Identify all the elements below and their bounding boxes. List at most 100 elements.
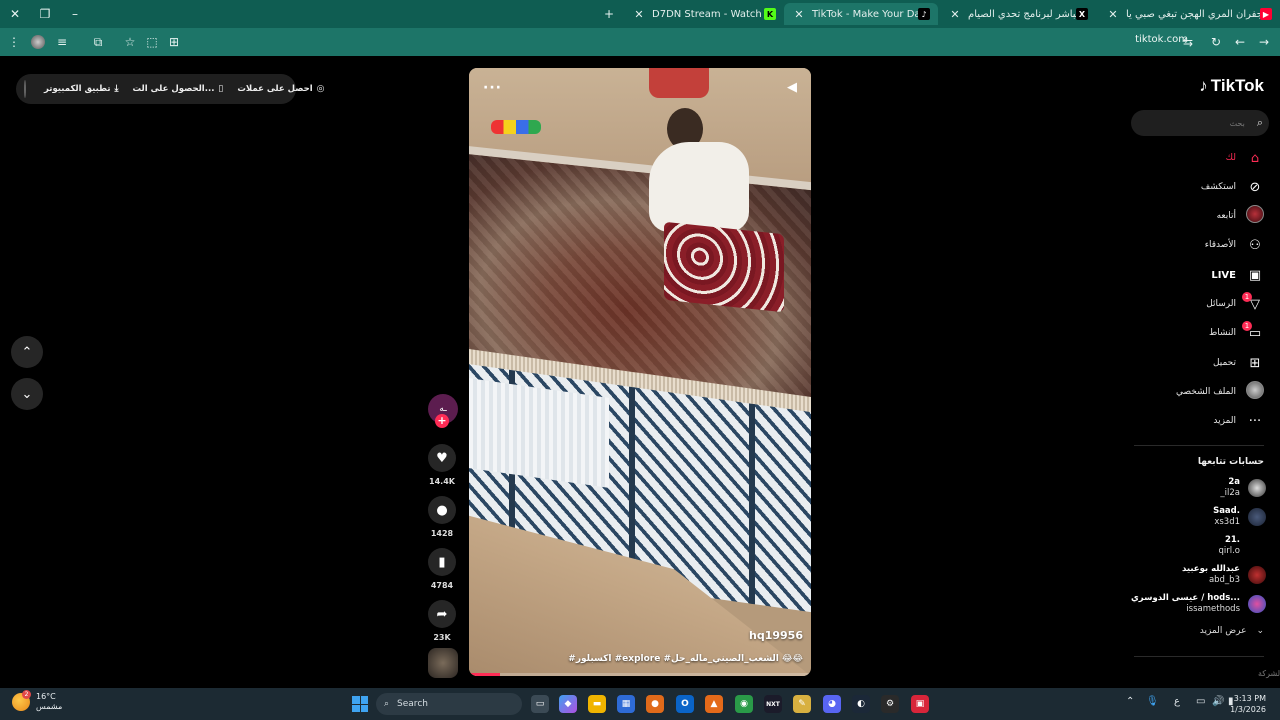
pc-app-button[interactable]: تطبيق الكمبيوتر ⤓ [44,84,119,94]
follow-plus-icon[interactable]: + [435,414,449,428]
nav-live[interactable]: LIVE ▣ [1211,264,1264,286]
user-avatar[interactable] [24,80,26,98]
activity-badge: 1 [1242,320,1252,331]
volume-tray-icon[interactable]: 🔊 [1212,696,1224,707]
get-app-button[interactable]: الحصول على الت... ▯ [133,84,224,94]
profile-avatar-icon[interactable] [28,32,48,52]
like-button[interactable]: ♥ 14.4K [426,444,458,486]
download-icon: ⤓ [114,84,119,94]
translate-icon[interactable]: ⊞ [164,32,184,52]
task-view-icon[interactable]: ▭ [531,695,549,713]
windows-start-icon[interactable] [352,696,368,712]
tab-title: D7DN Stream - Watch Live on... [652,8,764,20]
video-more-icon[interactable]: ··· [483,80,502,96]
notes-app-icon[interactable]: ✎ [793,695,811,713]
reload-icon[interactable]: ↻ [1206,32,1226,52]
see-more-button[interactable]: عرض المزيد ⌄ [1200,626,1264,636]
store-icon[interactable]: ▦ [617,695,635,713]
account-avatar [1248,595,1266,613]
close-tab-icon[interactable]: ✕ [792,8,806,21]
tab-youtube[interactable]: ✕ جفران المري الهجن تبغي صبي يا... ▶ [1098,3,1280,25]
tab-live-broadcast[interactable]: ✕ البث المباشر لبرنامج تحدي الصيام... X [940,3,1096,25]
forward-icon[interactable]: → [1254,32,1274,52]
tab-tiktok[interactable]: ✕ TikTok - Make Your Day ♪ [784,3,938,25]
nav-profile[interactable]: الملف الشخصي [1176,381,1264,403]
followed-account[interactable]: 21. qirl.o [1218,533,1266,559]
volume-icon[interactable]: ◀ [787,80,797,95]
nav-more[interactable]: المزيد ··· [1213,410,1264,432]
steam-icon[interactable]: ◐ [852,695,870,713]
vlc-icon[interactable]: ▲ [705,695,723,713]
tab-d7dn[interactable]: ✕ D7DN Stream - Watch Live on... K [624,3,784,25]
settings-gear-icon[interactable]: ⚙ [881,695,899,713]
screenshot-icon[interactable]: ⬚ [142,32,162,52]
company-link[interactable]: الشركة [1258,669,1280,678]
followed-account[interactable]: عيسى الدوسري / hods... issamethods [1131,591,1266,617]
get-coins-button[interactable]: احصل على عملات ◎ [237,84,324,94]
close-window-icon[interactable]: ✕ [0,0,30,28]
windows-taskbar: 2 16°C مشمس ⌕ Search ▭ ◆ ▬ ▦ ● O ▲ ◉ NXT… [0,688,1280,720]
playlist-icon[interactable]: ≡ [52,32,72,52]
search-icon[interactable]: ⌕ [1257,116,1263,130]
tray-chevron-icon[interactable]: ⌃ [1126,696,1134,707]
save-button[interactable]: ▮ 4784 [426,548,458,590]
followed-account[interactable]: Saad. xs3d1 [1213,504,1266,530]
like-count: 14.4K [429,477,455,486]
nav-upload[interactable]: تحميل ⊞ [1213,352,1264,374]
nav-activity[interactable]: النشاط ▭ 1 [1208,320,1264,344]
previous-video-button[interactable]: ⌃ [11,336,43,368]
search-input[interactable]: بحث ⌕ [1131,110,1269,136]
following-avatar [1246,205,1264,223]
nav-for-you[interactable]: لك ⌂ [1226,147,1264,169]
restore-window-icon[interactable]: ❐ [30,0,60,28]
nav-friends[interactable]: الأصدقاء ⚇ [1205,234,1264,256]
account-username: 2a [1228,477,1240,487]
share-button[interactable]: ➦ 23K [426,600,458,642]
discord-icon[interactable]: ◕ [823,695,841,713]
nav-label: لك [1225,153,1236,163]
site-settings-icon[interactable]: ⇆ [1178,32,1198,52]
microphone-icon[interactable]: 🎙 [1146,696,1159,707]
live-icon: ▣ [1248,267,1262,283]
comment-button[interactable]: ● 1428 [426,496,458,538]
video-progress-bar[interactable] [469,673,811,676]
video-author[interactable]: hq19956 [749,629,803,642]
tiktok-logo[interactable]: ♪ TikTok [1199,76,1264,96]
file-explorer-icon[interactable]: ▬ [588,695,606,713]
minimize-window-icon[interactable]: – [60,0,90,28]
close-tab-icon[interactable]: ✕ [948,8,962,21]
close-tab-icon[interactable]: ✕ [632,8,646,21]
followed-account[interactable]: 2a _il2a [1220,475,1266,501]
menu-icon[interactable]: ⋮ [4,32,24,52]
next-app-icon[interactable]: NXT [764,695,782,713]
system-clock[interactable]: 3:13 PM 1/3/2026 [1230,693,1266,715]
back-icon[interactable]: ← [1230,32,1250,52]
weather-widget[interactable]: 2 16°C مشمس [12,690,62,712]
upload-icon: ⊞ [1249,355,1261,371]
close-tab-icon[interactable]: ✕ [1106,8,1120,21]
nav-following[interactable]: أتابعه [1217,205,1264,227]
red-app-icon[interactable]: ▣ [911,695,929,713]
video-player[interactable]: ··· ◀ hq19956 #اكسبلور #explore #الشعب_ا… [469,68,811,676]
music-disc[interactable] [428,648,458,678]
nav-messages[interactable]: الرسائل ▽ 1 [1206,291,1264,315]
logo-text: TikTok [1210,76,1264,95]
new-tab-icon[interactable]: + [594,0,624,28]
nav-label: النشاط [1208,328,1236,338]
firefox-icon[interactable]: ● [646,695,664,713]
nav-explore[interactable]: استكشف ⊘ [1201,176,1264,198]
taskbar-search[interactable]: ⌕ Search [376,693,522,715]
tiktok-icon: ♪ [918,8,930,20]
extensions-icon[interactable]: ⧉ [88,32,108,52]
account-avatar [1248,508,1266,526]
outlook-icon[interactable]: O [676,695,694,713]
copilot-icon[interactable]: ◆ [559,695,577,713]
language-indicator[interactable]: ع [1174,696,1180,707]
bookmark-star-icon[interactable]: ☆ [120,32,140,52]
chrome-icon[interactable]: ◉ [735,695,753,713]
network-icon[interactable]: ▭ [1196,696,1205,707]
heart-icon: ♥ [428,444,456,472]
next-video-button[interactable]: ⌄ [11,378,43,410]
video-caption: #اكسبلور #explore #الشعب_الصيني_ماله_حل … [568,654,803,664]
followed-account[interactable]: عبدالله بوعبيد abd_b3 [1182,562,1266,588]
